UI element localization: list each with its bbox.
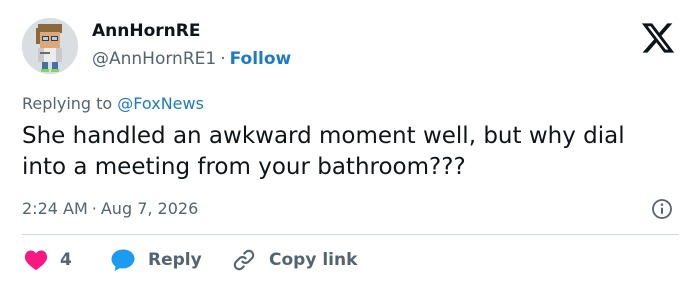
author-name[interactable]: AnnHornRE bbox=[92, 21, 200, 41]
reply-button[interactable]: Reply bbox=[110, 247, 202, 273]
avatar-image bbox=[22, 18, 78, 74]
heart-icon bbox=[24, 250, 48, 270]
copy-link-button[interactable]: Copy link bbox=[231, 247, 357, 273]
tweet-text: She handled an awkward moment well, but … bbox=[22, 123, 625, 180]
handle-separator: · bbox=[220, 49, 226, 69]
reply-mention-link[interactable]: @FoxNews bbox=[117, 94, 204, 113]
author-handle-row: @AnnHornRE1 · Follow bbox=[92, 49, 291, 69]
avatar[interactable] bbox=[22, 18, 78, 74]
speech-bubble-icon bbox=[111, 249, 135, 271]
link-icon bbox=[233, 249, 255, 271]
author-handle[interactable]: @AnnHornRE1 bbox=[92, 49, 216, 69]
reply-label: Reply bbox=[148, 250, 202, 270]
copy-link-label: Copy link bbox=[269, 250, 358, 270]
x-logo-icon[interactable] bbox=[640, 20, 676, 56]
reply-context-prefix: Replying to bbox=[22, 94, 113, 113]
tweet-date: Aug 7, 2026 bbox=[100, 199, 199, 218]
reply-context: Replying to @FoxNews bbox=[22, 94, 204, 113]
info-icon[interactable] bbox=[651, 198, 673, 220]
divider bbox=[22, 234, 679, 235]
timestamp-separator: · bbox=[91, 199, 97, 218]
like-button[interactable]: 4 bbox=[24, 247, 72, 273]
tweet-timestamp[interactable]: 2:24 AM · Aug 7, 2026 bbox=[22, 199, 198, 218]
tweet-time: 2:24 AM bbox=[22, 199, 88, 218]
like-count: 4 bbox=[60, 250, 72, 270]
follow-button[interactable]: Follow bbox=[230, 49, 292, 69]
